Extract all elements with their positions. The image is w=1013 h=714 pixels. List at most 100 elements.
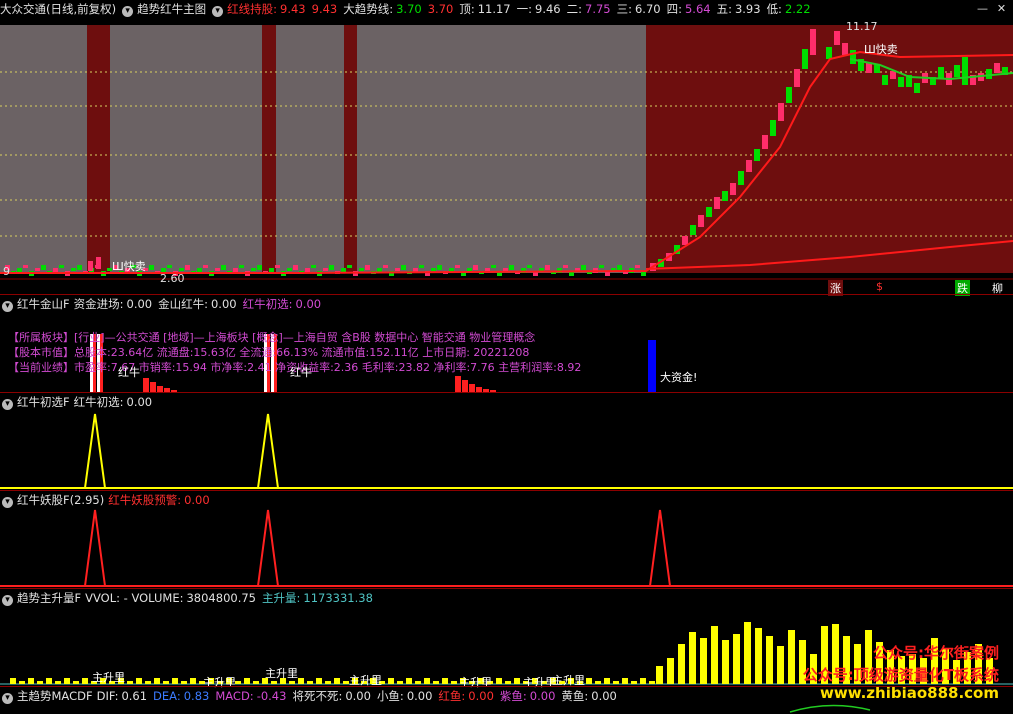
candle bbox=[874, 65, 880, 73]
volume-bar bbox=[433, 681, 439, 684]
candle bbox=[473, 265, 478, 270]
volume-bar bbox=[37, 681, 43, 684]
candle bbox=[467, 268, 472, 271]
volume-bar bbox=[307, 681, 313, 684]
candle bbox=[437, 265, 442, 270]
pane5-item-label-0: DIF: bbox=[96, 689, 119, 703]
main-item-label-10: 低: bbox=[766, 2, 782, 16]
capital-bar bbox=[462, 380, 468, 392]
volume-bar bbox=[244, 678, 250, 684]
candle bbox=[986, 69, 992, 79]
pane5-title[interactable]: 主趋势MACDF bbox=[17, 689, 93, 703]
candle bbox=[842, 43, 848, 55]
volume-bar bbox=[181, 681, 187, 684]
period-label[interactable]: (日线,前复权) bbox=[46, 2, 116, 16]
demon-stock-chart[interactable] bbox=[0, 506, 1013, 588]
main-item-label-5: 一: bbox=[516, 2, 533, 16]
demon-spike bbox=[257, 509, 279, 587]
candle bbox=[539, 268, 544, 271]
volume-bar bbox=[163, 681, 169, 684]
volume-bar bbox=[451, 681, 457, 684]
pane5-item-value-4: 0.00 bbox=[406, 689, 433, 703]
volume-bar bbox=[595, 681, 601, 684]
pane5-item-label-3: 将死不死: bbox=[292, 689, 343, 703]
volume-bar bbox=[788, 630, 795, 684]
candle bbox=[581, 265, 586, 270]
candle bbox=[690, 225, 696, 235]
volume-bar bbox=[298, 678, 304, 684]
volume-bar bbox=[28, 678, 34, 684]
main-header: 大众交通(日线,前复权) ▾ 趋势红牛主图 ▾ 红线持股: 9.43 9.43 大趋势线: 3.… bbox=[0, 1, 821, 17]
pane1-title[interactable]: 红牛金山F bbox=[17, 297, 70, 311]
pane3-item-label-0: 红牛妖股预警: bbox=[108, 493, 182, 507]
volume-bar bbox=[496, 678, 502, 684]
volume-bar bbox=[640, 678, 646, 684]
volume-bar bbox=[744, 622, 751, 684]
candle bbox=[401, 265, 406, 270]
stock-name[interactable]: 大众交通 bbox=[0, 2, 46, 16]
price-low-label: 2.60 bbox=[160, 272, 185, 285]
redbull-mark-1: 红牛 bbox=[118, 366, 140, 379]
dropdown-icon[interactable]: ▾ bbox=[122, 6, 134, 17]
pane5-item-value-0: 0.61 bbox=[121, 689, 148, 703]
volume-bar bbox=[722, 640, 729, 684]
main-item-value-3: 3.70 bbox=[427, 2, 454, 16]
candle bbox=[730, 183, 736, 195]
candle bbox=[96, 257, 101, 269]
candle bbox=[786, 87, 792, 103]
pane5-item-label-2: MACD: bbox=[215, 689, 254, 703]
capital-bar bbox=[150, 382, 156, 392]
capital-info: 【股本市值】总股本:23.64亿 流通盘:15.63亿 全流通:66.13% 流… bbox=[8, 346, 530, 359]
candle bbox=[714, 197, 720, 209]
price-chart[interactable] bbox=[0, 17, 1013, 295]
close-icon[interactable]: ✕ bbox=[995, 2, 1008, 15]
volume-label-3: 主升里 bbox=[265, 667, 298, 680]
minimize-icon[interactable]: — bbox=[976, 2, 989, 15]
candle bbox=[994, 63, 1000, 73]
candle bbox=[203, 265, 208, 268]
candle bbox=[778, 103, 784, 121]
volume-bar bbox=[406, 678, 412, 684]
candle bbox=[746, 160, 752, 172]
candle bbox=[834, 31, 840, 45]
main-item-value-9: 3.93 bbox=[734, 2, 761, 16]
pane2-item-label-0: 红牛初选: bbox=[73, 395, 124, 409]
volume-bar bbox=[73, 681, 79, 684]
pane1-menu-icon[interactable]: ▾ bbox=[2, 301, 13, 312]
volume-bar bbox=[755, 628, 762, 684]
candle bbox=[738, 171, 744, 185]
pane1-item-label-2: 红牛初选: bbox=[242, 297, 293, 311]
settings-icon[interactable]: ▾ bbox=[212, 6, 224, 17]
macd-chart[interactable] bbox=[0, 702, 1013, 714]
main-item-value-4: 11.17 bbox=[477, 2, 511, 16]
candle bbox=[599, 265, 604, 268]
pane1-item-value-1: 0.00 bbox=[210, 297, 237, 311]
main-indicator-name[interactable]: 趋势红牛主图 bbox=[137, 2, 206, 16]
candle bbox=[617, 265, 622, 270]
main-item-label-2: 大趋势线: bbox=[343, 2, 394, 16]
candle bbox=[635, 265, 640, 268]
main-item-value-2: 3.70 bbox=[396, 2, 422, 16]
candle bbox=[257, 265, 262, 270]
main-item-value-0: 9.43 bbox=[280, 2, 306, 16]
main-item-label-0: 红线持股: bbox=[227, 2, 278, 16]
pane5-item-label-4: 小鱼: bbox=[376, 689, 404, 703]
volume-bar bbox=[55, 681, 61, 684]
sector-info: 【所属板块】[行业]—公共交通 [地域]—上海板块 [概念]—上海自贸 含B股 … bbox=[8, 331, 536, 344]
volume-bar bbox=[631, 681, 637, 684]
pane4-item-value-1: 1173331.38 bbox=[303, 591, 373, 605]
main-item-label-8: 四: bbox=[666, 2, 682, 16]
volume-bar bbox=[622, 678, 628, 684]
candle bbox=[35, 268, 40, 271]
preselect-chart[interactable] bbox=[0, 408, 1013, 490]
pane2-title[interactable]: 红牛初选F bbox=[17, 395, 70, 409]
candle bbox=[682, 236, 688, 245]
pane3-title[interactable]: 红牛妖股F(2.95) bbox=[17, 493, 104, 507]
candle bbox=[239, 265, 244, 268]
pane4-title[interactable]: 趋势主升量F bbox=[17, 591, 81, 605]
candle bbox=[954, 65, 960, 77]
sell-signal-left: Ш快卖 bbox=[112, 260, 146, 273]
capital-bar bbox=[455, 376, 461, 392]
volume-bar bbox=[766, 636, 773, 684]
volume-bar bbox=[667, 658, 674, 684]
